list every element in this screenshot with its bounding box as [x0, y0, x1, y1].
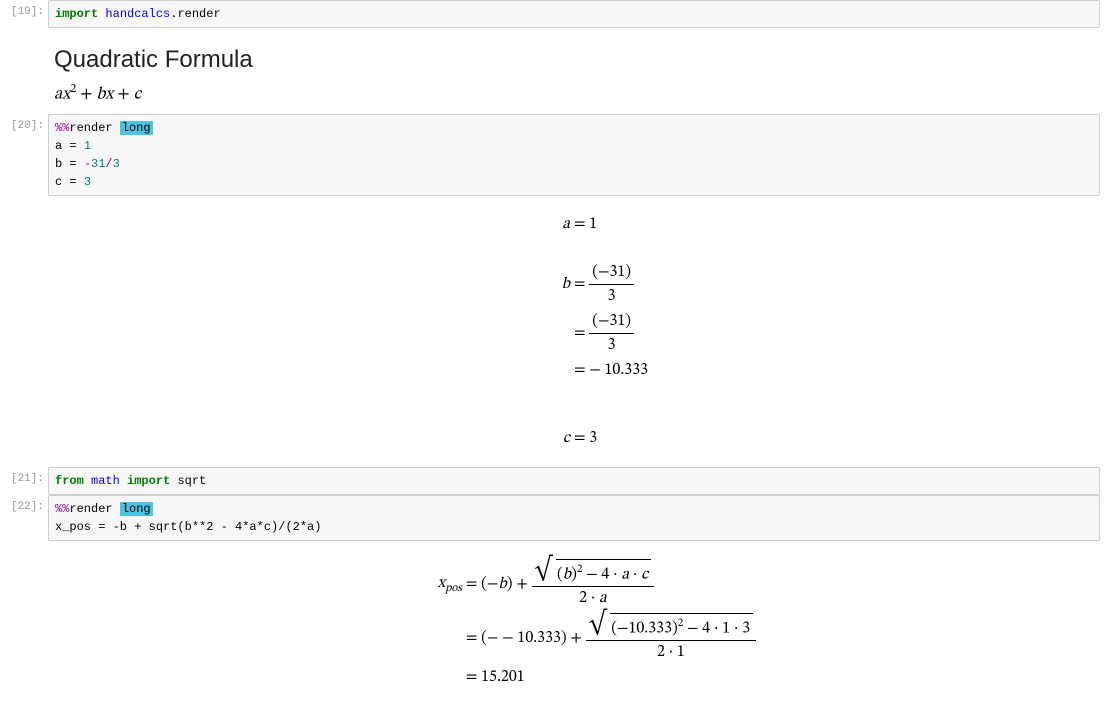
- module-math: math: [91, 474, 120, 488]
- sq-c: c: [641, 567, 648, 583]
- magic-arg-long: long: [120, 121, 153, 135]
- den1-2: 2 ·: [579, 590, 599, 606]
- cell-20: [20]: %%render long a = 1 b = -31/3 c = …: [0, 114, 1110, 196]
- num-3: 3: [113, 157, 120, 171]
- den1-a: a: [599, 590, 607, 606]
- eq: =: [62, 157, 84, 171]
- markdown-content: Quadratic Formula ax2 + bx + c: [48, 28, 1110, 114]
- out-term2: (− − 10.333) +: [481, 630, 586, 646]
- sq2-inner: (−10.333): [611, 620, 677, 636]
- var-c: c: [134, 87, 142, 104]
- md-equation: ax2 + bx + c: [54, 82, 1104, 106]
- frac-x1: √ (b)2 − 4 · a · c 2 · a: [532, 559, 655, 609]
- out-a-lhs: a: [510, 214, 572, 235]
- cell-19: [19]: import handcalcs.render: [0, 0, 1110, 28]
- op-neg: -: [84, 157, 91, 171]
- magic-pct: %%: [55, 121, 69, 135]
- module-render: render: [177, 7, 220, 21]
- keyword-from: from: [55, 474, 84, 488]
- out-eq2: =: [466, 630, 481, 646]
- magic-arg-long2: long: [120, 502, 153, 516]
- out-b-eq2: =: [574, 325, 589, 341]
- sq-b: b: [563, 567, 571, 583]
- var-b: b: [96, 87, 105, 104]
- sqrt-1: √ (b)2 − 4 · a · c: [535, 559, 652, 585]
- out-eq3: =: [466, 669, 481, 685]
- magic-pct2: %%: [55, 502, 69, 516]
- cell-20-prompt: [20]:: [0, 114, 48, 132]
- op-div: /: [105, 157, 112, 171]
- frac-x2: √ (−10.333)2 − 4 · 1 · 3 2 · 1: [586, 613, 756, 663]
- var-a: a: [54, 87, 62, 104]
- frac-b2-num: (−31): [589, 311, 634, 334]
- out-a-val: 1: [589, 216, 597, 232]
- out-b-val: − 10.333: [589, 362, 648, 378]
- num-1: 1: [84, 139, 91, 153]
- magic-render: render: [69, 121, 112, 135]
- output-20: a = 1 b = (−31) 3: [48, 196, 1110, 468]
- frac-b1-den: 3: [589, 285, 634, 307]
- op-plus2: +: [113, 87, 133, 104]
- module-handcalcs: handcalcs: [105, 7, 170, 21]
- sq-a: a: [621, 567, 629, 583]
- frac-b1: (−31) 3: [589, 262, 634, 307]
- out-c-val: 3: [589, 430, 597, 446]
- sq-dot: ·: [629, 567, 641, 583]
- cell-22: [22]: %%render long x_pos = -b + sqrt(b*…: [0, 495, 1110, 541]
- out-c-eq: =: [574, 430, 589, 446]
- empty-prompt: [0, 196, 48, 202]
- out-a-eq: =: [574, 216, 589, 232]
- out-c-lhs: c: [510, 428, 572, 449]
- cell-21: [21]: from math import sqrt: [0, 467, 1110, 495]
- out-b-eq: =: [574, 277, 589, 293]
- out-term1-b: b: [498, 576, 506, 592]
- out-term1c: ) +: [507, 576, 532, 592]
- empty-prompt: [0, 28, 48, 34]
- sq2-rest: − 4 · 1 · 3: [683, 620, 750, 636]
- cell-22-output: xpos = (−b) + √ (b)2 − 4 · a · c: [0, 541, 1110, 706]
- code-line-xpos: x_pos = -b + sqrt(b**2 - 4*a*c)/(2*a): [55, 520, 321, 534]
- cell-21-input[interactable]: from math import sqrt: [48, 467, 1100, 495]
- frac-b2: (−31) 3: [589, 311, 634, 356]
- cell-19-prompt: [19]:: [0, 0, 48, 18]
- cell-20-input[interactable]: %%render long a = 1 b = -31/3 c = 3: [48, 114, 1100, 196]
- sq-minus: − 4 ·: [582, 567, 621, 583]
- output-22: xpos = (−b) + √ (b)2 − 4 · a · c: [48, 541, 1110, 706]
- out-b-lhs: b: [510, 274, 572, 295]
- cell-22-prompt: [22]:: [0, 495, 48, 513]
- cell-20-output: a = 1 b = (−31) 3: [0, 196, 1110, 468]
- magic-render2: render: [69, 502, 112, 516]
- cell-22-input[interactable]: %%render long x_pos = -b + sqrt(b**2 - 4…: [48, 495, 1100, 541]
- eq: =: [62, 175, 84, 189]
- cell-markdown: Quadratic Formula ax2 + bx + c: [0, 28, 1110, 114]
- op-plus: +: [76, 87, 96, 104]
- out-val3: 15.201: [481, 669, 525, 685]
- frac-b2-den: 3: [589, 334, 634, 356]
- num-31: 31: [91, 157, 105, 171]
- cell-21-prompt: [21]:: [0, 467, 48, 485]
- keyword-import2: import: [127, 474, 170, 488]
- cell-19-input[interactable]: import handcalcs.render: [48, 0, 1100, 28]
- empty-prompt: [0, 541, 48, 547]
- md-title: Quadratic Formula: [54, 46, 1104, 74]
- out-x-sub: pos: [445, 582, 462, 594]
- name-sqrt: sqrt: [177, 474, 206, 488]
- num-3b: 3: [84, 175, 91, 189]
- den2: 2 · 1: [586, 641, 756, 663]
- frac-b1-num: (−31): [589, 262, 634, 285]
- out-term1a: (−: [481, 576, 498, 592]
- eq: =: [62, 139, 84, 153]
- out-eq1: =: [466, 576, 481, 592]
- sqrt-2: √ (−10.333)2 − 4 · 1 · 3: [589, 613, 753, 639]
- keyword-import: import: [55, 7, 98, 21]
- out-b-eq3: =: [574, 362, 589, 378]
